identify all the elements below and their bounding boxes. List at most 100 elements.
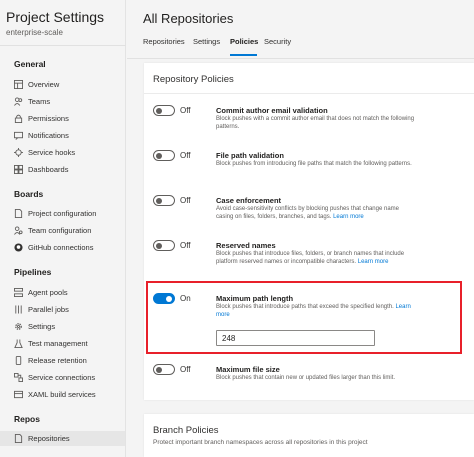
notification-icon <box>13 130 24 141</box>
policy-description: Block pushes that introduce paths that e… <box>216 304 416 319</box>
sidebar-item-github-connections[interactable]: GitHub connections <box>0 240 125 255</box>
card-divider <box>144 93 474 94</box>
active-tab-underline <box>230 54 257 56</box>
sidebar-item-team-configuration[interactable]: Team configuration <box>0 223 125 238</box>
policy-description: Avoid case-sensitivity conflicts by bloc… <box>216 206 416 221</box>
repository-policies-title: Repository Policies <box>153 74 234 85</box>
sidebar-item-repositories[interactable]: Repositories <box>0 431 125 446</box>
sidebar-item-label: XAML build services <box>28 390 96 399</box>
toggle-state-label: On <box>180 294 191 303</box>
sidebar-item-label: Teams <box>28 97 51 106</box>
tab-policies[interactable]: Policies <box>230 37 258 46</box>
sidebar-item-test-management[interactable]: Test management <box>0 336 125 351</box>
policy-name: Commit author email validation <box>216 106 328 115</box>
sidebar-subtitle: enterprise-scale <box>6 28 63 37</box>
service-connections-icon <box>13 372 24 383</box>
service-hooks-icon <box>13 147 24 158</box>
sidebar-item-label: Overview <box>28 80 60 89</box>
test-management-icon <box>13 338 24 349</box>
sidebar-item-project-configuration[interactable]: Project configuration <box>0 206 125 221</box>
toggle-state-label: Off <box>180 241 191 250</box>
document-icon <box>13 433 24 444</box>
sidebar-item-label: Agent pools <box>28 288 68 297</box>
sidebar-item-xaml-build-services[interactable]: XAML build services <box>0 387 125 402</box>
sidebar-divider <box>0 45 126 46</box>
xaml-build-icon <box>13 389 24 400</box>
sidebar-item-label: Release retention <box>28 356 87 365</box>
policy-description: Block pushes with a commit author email … <box>216 116 415 130</box>
lock-icon <box>13 113 24 124</box>
teams-icon <box>13 96 24 107</box>
policy-name: Case enforcement <box>216 196 282 205</box>
case-enforcement-toggle[interactable] <box>153 195 175 206</box>
sidebar-item-service-connections[interactable]: Service connections <box>0 370 125 385</box>
policy-description: Block pushes that contain new or updated… <box>216 375 396 381</box>
tab-security[interactable]: Security <box>264 37 291 46</box>
phone-icon <box>13 355 24 366</box>
sidebar-item-teams[interactable]: Teams <box>0 94 125 109</box>
maximum-path-length-input[interactable] <box>216 330 375 346</box>
team-config-icon <box>13 225 24 236</box>
file-path-validation-toggle[interactable] <box>153 150 175 161</box>
policy-name: Reserved names <box>216 241 276 250</box>
sidebar-item-dashboards[interactable]: Dashboards <box>0 162 125 177</box>
gear-icon <box>13 321 24 332</box>
sidebar-item-permissions[interactable]: Permissions <box>0 111 125 126</box>
sidebar-item-label: Dashboards <box>28 165 69 174</box>
agent-pools-icon <box>13 287 24 298</box>
policy-description-text: Block pushes that introduce paths that e… <box>216 304 394 310</box>
tab-repositories[interactable]: Repositories <box>143 37 185 46</box>
sidebar: Project Settings enterprise-scale Genera… <box>0 0 126 457</box>
policy-description: Block pushes from introducing file paths… <box>216 161 412 167</box>
toggle-knob <box>156 366 162 373</box>
sidebar-item-label: Service hooks <box>28 148 76 157</box>
github-icon <box>13 242 24 253</box>
branch-policies-subtitle: Protect important branch namespaces acro… <box>153 439 368 446</box>
toggle-knob <box>156 242 162 249</box>
policy-name: Maximum path length <box>216 294 294 303</box>
maximum-file-size-toggle[interactable] <box>153 364 175 375</box>
toggle-knob <box>156 197 162 204</box>
toggle-state-label: Off <box>180 151 191 160</box>
section-boards: Boards <box>14 189 44 199</box>
commit-author-email-toggle[interactable] <box>153 105 175 116</box>
section-pipelines: Pipelines <box>14 267 52 277</box>
reserved-names-toggle[interactable] <box>153 240 175 251</box>
sidebar-item-parallel-jobs[interactable]: Parallel jobs <box>0 302 125 317</box>
sidebar-item-agent-pools[interactable]: Agent pools <box>0 285 125 300</box>
toggle-knob <box>156 107 162 114</box>
sidebar-item-release-retention[interactable]: Release retention <box>0 353 125 368</box>
sidebar-item-label: Test management <box>28 339 88 348</box>
sidebar-item-label: Notifications <box>28 131 69 140</box>
sidebar-title: Project Settings <box>6 9 105 25</box>
sidebar-item-overview[interactable]: Overview <box>0 77 125 92</box>
sidebar-item-label: Project configuration <box>28 209 97 218</box>
toggle-state-label: Off <box>180 196 191 205</box>
learn-more-link[interactable]: Learn more <box>333 214 364 220</box>
sidebar-item-notifications[interactable]: Notifications <box>0 128 125 143</box>
policy-description-text: Avoid case-sensitivity conflicts by bloc… <box>216 206 399 220</box>
sidebar-item-label: Team configuration <box>28 226 92 235</box>
section-general: General <box>14 59 46 69</box>
toggle-state-label: Off <box>180 365 191 374</box>
sidebar-item-settings[interactable]: Settings <box>0 319 125 334</box>
header-divider <box>127 58 474 59</box>
policy-name: File path validation <box>216 151 284 160</box>
toggle-state-label: Off <box>180 106 191 115</box>
sidebar-item-label: Repositories <box>28 434 70 443</box>
overview-icon <box>13 79 24 90</box>
sidebar-item-label: Settings <box>28 322 56 331</box>
branch-policies-title: Branch Policies <box>153 425 219 436</box>
section-repos: Repos <box>14 414 40 424</box>
parallel-jobs-icon <box>13 304 24 315</box>
sidebar-item-service-hooks[interactable]: Service hooks <box>0 145 125 160</box>
maximum-path-length-toggle[interactable] <box>153 293 175 304</box>
learn-more-link[interactable]: Learn more <box>358 259 389 265</box>
policy-description: Block pushes that introduce files, folde… <box>216 251 416 266</box>
sidebar-item-label: Service connections <box>28 373 96 382</box>
tab-settings[interactable]: Settings <box>193 37 220 46</box>
sidebar-item-label: GitHub connections <box>28 243 94 252</box>
toggle-knob <box>156 152 162 159</box>
document-icon <box>13 208 24 219</box>
page-title: All Repositories <box>143 11 234 26</box>
